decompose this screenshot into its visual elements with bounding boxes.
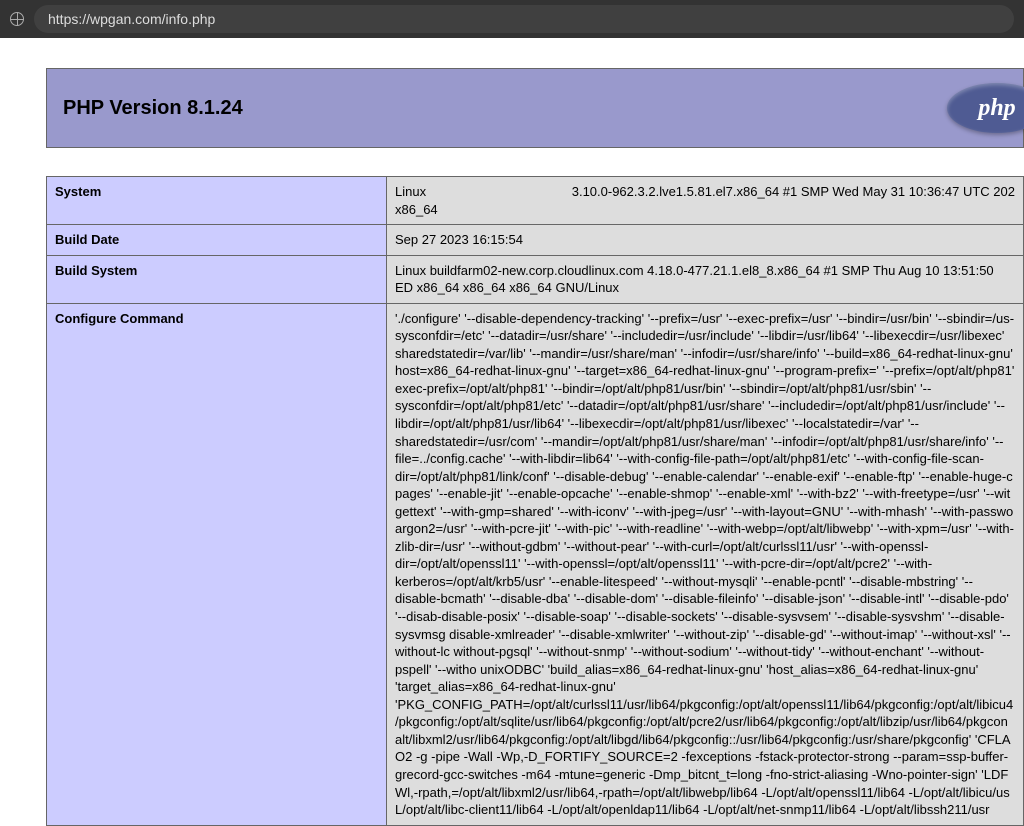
table-row: Build Date Sep 27 2023 16:15:54 [47,225,1024,256]
row-label: Build Date [47,225,387,256]
system-left: Linux [395,183,426,201]
page-content: PHP Version 8.1.24 php System Linux 3.10… [0,38,1024,826]
table-row: System Linux 3.10.0-962.3.2.lve1.5.81.el… [47,177,1024,225]
row-label: Configure Command [47,303,387,825]
phpinfo-header: PHP Version 8.1.24 php [46,68,1024,148]
table-row: Configure Command './configure' '--disab… [47,303,1024,825]
page-title: PHP Version 8.1.24 [63,97,243,120]
address-bar[interactable]: https://wpgan.com/info.php [34,5,1014,33]
table-row: Build System Linux buildfarm02-new.corp.… [47,255,1024,303]
php-logo: php [947,83,1024,133]
row-label: System [47,177,387,225]
php-logo-text: php [978,95,1015,122]
row-value: './configure' '--disable-dependency-trac… [387,303,1024,825]
browser-bar: https://wpgan.com/info.php [0,0,1024,38]
row-label: Build System [47,255,387,303]
url-text: https://wpgan.com/info.php [48,11,215,27]
row-value: Linux buildfarm02-new.corp.cloudlinux.co… [387,255,1024,303]
row-value: Linux 3.10.0-962.3.2.lve1.5.81.el7.x86_6… [387,177,1024,225]
system-below: x86_64 [395,202,438,217]
phpinfo-table: System Linux 3.10.0-962.3.2.lve1.5.81.el… [46,176,1024,826]
system-right: 3.10.0-962.3.2.lve1.5.81.el7.x86_64 #1 S… [572,183,1015,201]
row-value: Sep 27 2023 16:15:54 [387,225,1024,256]
globe-icon [10,12,24,26]
